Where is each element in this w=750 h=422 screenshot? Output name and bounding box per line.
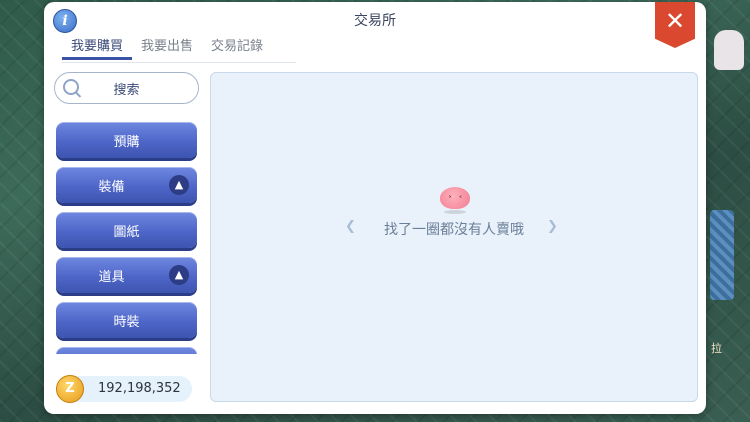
search-label: 搜索: [113, 83, 140, 98]
category-preorder[interactable]: 預購: [56, 122, 197, 158]
close-button[interactable]: ✕: [655, 2, 695, 48]
empty-state-message: 找了一圈都沒有人賣哦: [384, 222, 524, 238]
category-label: 圖紙: [113, 225, 140, 240]
zeny-coin-icon: Z: [56, 375, 84, 403]
currency-display: Z 192,198,352: [56, 375, 192, 403]
close-icon: ✕: [664, 7, 686, 35]
chevron-up-icon[interactable]: ▲: [169, 175, 189, 195]
category-label: 裝備: [98, 180, 125, 195]
category-label: 預購: [113, 135, 140, 150]
chevron-up-icon[interactable]: ▲: [169, 265, 189, 285]
category-items[interactable]: 道具 ▲: [56, 257, 197, 293]
currency-amount: 192,198,352: [98, 381, 181, 396]
tab-bar: 我要購買 我要出售 交易記錄: [62, 36, 296, 63]
background-character: [714, 30, 744, 70]
category-label: 道具: [98, 270, 125, 285]
exchange-window: i 交易所 ✕ 我要購買 我要出售 交易記錄 搜索 預購 裝備 ▲ 圖紙 道具 …: [44, 2, 706, 414]
wing-right-icon: ❯: [547, 219, 558, 234]
category-equipment[interactable]: 裝備 ▲: [56, 167, 197, 203]
category-fashion[interactable]: 時裝: [56, 302, 197, 338]
tab-buy[interactable]: 我要購買: [62, 36, 133, 60]
listing-panel: ˃ ˂ ❮ 找了一圈都沒有人賣哦 ❯: [210, 72, 698, 402]
poring-mascot-icon: ˃ ˂: [440, 185, 470, 214]
tab-history[interactable]: 交易記錄: [202, 36, 272, 60]
category-list[interactable]: 預購 裝備 ▲ 圖紙 道具 ▲ 時裝: [56, 116, 199, 354]
tab-sell[interactable]: 我要出售: [132, 36, 202, 60]
category-blueprint[interactable]: 圖紙: [56, 212, 197, 248]
category-label: 時裝: [113, 315, 140, 330]
category-partial-next[interactable]: [56, 347, 197, 354]
search-button[interactable]: 搜索: [54, 72, 199, 104]
window-title: 交易所: [354, 13, 396, 29]
background-chain-decoration: [710, 210, 734, 300]
background-side-text: 拉: [711, 342, 722, 355]
